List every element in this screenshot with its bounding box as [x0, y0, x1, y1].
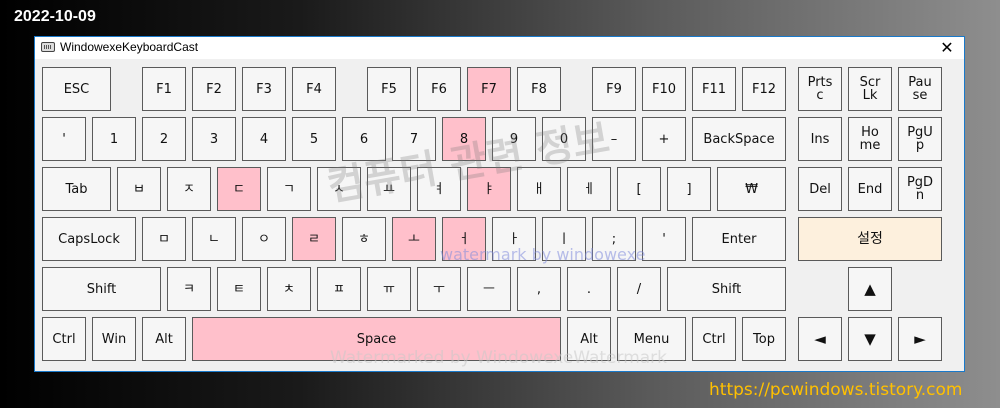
key-9[interactable]: 9 [492, 117, 536, 161]
key-prtsc[interactable]: Prts c [798, 67, 842, 111]
key-7[interactable]: 7 [392, 117, 436, 161]
key-del[interactable]: Del [798, 167, 842, 211]
key-f6[interactable]: F6 [417, 67, 461, 111]
key-w[interactable]: ㅈ [167, 167, 211, 211]
key-semicolon[interactable]: ; [592, 217, 636, 261]
key-menu[interactable]: Menu [617, 317, 686, 361]
settings-button[interactable]: 설정 [798, 217, 942, 261]
key-8[interactable]: 8 [442, 117, 486, 161]
key-lalt[interactable]: Alt [142, 317, 186, 361]
key-k[interactable]: ㅏ [492, 217, 536, 261]
key-space[interactable]: Space [192, 317, 561, 361]
key-b[interactable]: ㅠ [367, 267, 411, 311]
key-6[interactable]: 6 [342, 117, 386, 161]
key-f1[interactable]: F1 [142, 67, 186, 111]
key-f2[interactable]: F2 [192, 67, 236, 111]
key-f8[interactable]: F8 [517, 67, 561, 111]
key-comma[interactable]: , [517, 267, 561, 311]
key-period[interactable]: . [567, 267, 611, 311]
key-d[interactable]: ㅇ [242, 217, 286, 261]
key-rbracket[interactable]: ] [667, 167, 711, 211]
key-capslock[interactable]: CapsLock [42, 217, 136, 261]
key-lctrl[interactable]: Ctrl [42, 317, 86, 361]
key-3[interactable]: 3 [192, 117, 236, 161]
key-p[interactable]: ㅔ [567, 167, 611, 211]
key-apostrophe[interactable]: ' [642, 217, 686, 261]
key-a[interactable]: ㅁ [142, 217, 186, 261]
close-icon[interactable]: ✕ [938, 37, 956, 59]
key-pause[interactable]: Pau se [898, 67, 942, 111]
key-o[interactable]: ㅐ [517, 167, 561, 211]
key-1[interactable]: 1 [92, 117, 136, 161]
key-scrlk[interactable]: Scr Lk [848, 67, 892, 111]
key-f[interactable]: ㄹ [292, 217, 336, 261]
key-j[interactable]: ㅓ [442, 217, 486, 261]
key-f11[interactable]: F11 [692, 67, 736, 111]
key-minus[interactable]: – [592, 117, 636, 161]
key-down[interactable]: ▼ [848, 317, 892, 361]
key-f10[interactable]: F10 [642, 67, 686, 111]
key-r[interactable]: ㄱ [267, 167, 311, 211]
key-ralt[interactable]: Alt [567, 317, 611, 361]
key-end[interactable]: End [848, 167, 892, 211]
key-l[interactable]: ㅣ [542, 217, 586, 261]
key-4[interactable]: 4 [242, 117, 286, 161]
key-win[interactable]: Win [92, 317, 136, 361]
key-enter[interactable]: Enter [692, 217, 786, 261]
key-y[interactable]: ㅛ [367, 167, 411, 211]
key-n[interactable]: ㅜ [417, 267, 461, 311]
key-0[interactable]: 0 [542, 117, 586, 161]
key-f12[interactable]: F12 [742, 67, 786, 111]
key-x[interactable]: ㅌ [217, 267, 261, 311]
window-title: WindowexeKeyboardCast [60, 40, 199, 54]
key-rctrl[interactable]: Ctrl [692, 317, 736, 361]
key-pgup[interactable]: PgU p [898, 117, 942, 161]
keyboard-icon [41, 42, 55, 52]
key-m[interactable]: ㅡ [467, 267, 511, 311]
key-v[interactable]: ㅍ [317, 267, 361, 311]
key-won[interactable]: ₩ [717, 167, 786, 211]
key-top[interactable]: Top [742, 317, 786, 361]
key-g[interactable]: ㅎ [342, 217, 386, 261]
key-t[interactable]: ㅅ [317, 167, 361, 211]
key-esc[interactable]: ESC [42, 67, 111, 111]
key-right[interactable]: ► [898, 317, 942, 361]
key-home[interactable]: Ho me [848, 117, 892, 161]
key-h[interactable]: ㅗ [392, 217, 436, 261]
key-tab[interactable]: Tab [42, 167, 111, 211]
key-5[interactable]: 5 [292, 117, 336, 161]
key-2[interactable]: 2 [142, 117, 186, 161]
key-u[interactable]: ㅕ [417, 167, 461, 211]
key-ins[interactable]: Ins [798, 117, 842, 161]
key-f9[interactable]: F9 [592, 67, 636, 111]
key-i[interactable]: ㅑ [467, 167, 511, 211]
key-left[interactable]: ◄ [798, 317, 842, 361]
date-label: 2022-10-09 [14, 8, 96, 25]
title-bar[interactable]: WindowexeKeyboardCast ✕ [35, 37, 964, 59]
key-plus[interactable]: + [642, 117, 686, 161]
key-up[interactable]: ▲ [848, 267, 892, 311]
key-backspace[interactable]: BackSpace [692, 117, 786, 161]
key-q[interactable]: ㅂ [117, 167, 161, 211]
key-f3[interactable]: F3 [242, 67, 286, 111]
key-s[interactable]: ㄴ [192, 217, 236, 261]
key-rshift[interactable]: Shift [667, 267, 786, 311]
app-window: WindowexeKeyboardCast ✕ ESC F1 F2 F3 F4 F5 F6 F… [34, 36, 965, 372]
key-z[interactable]: ㅋ [167, 267, 211, 311]
key-f7[interactable]: F7 [467, 67, 511, 111]
key-f5[interactable]: F5 [367, 67, 411, 111]
key-pgdn[interactable]: PgD n [898, 167, 942, 211]
key-slash[interactable]: / [617, 267, 661, 311]
key-lbracket[interactable]: [ [617, 167, 661, 211]
site-url: https://pcwindows.tistory.com [709, 380, 963, 400]
key-e[interactable]: ㄷ [217, 167, 261, 211]
key-quote-top[interactable]: ' [42, 117, 86, 161]
key-c[interactable]: ㅊ [267, 267, 311, 311]
key-f4[interactable]: F4 [292, 67, 336, 111]
key-lshift[interactable]: Shift [42, 267, 161, 311]
